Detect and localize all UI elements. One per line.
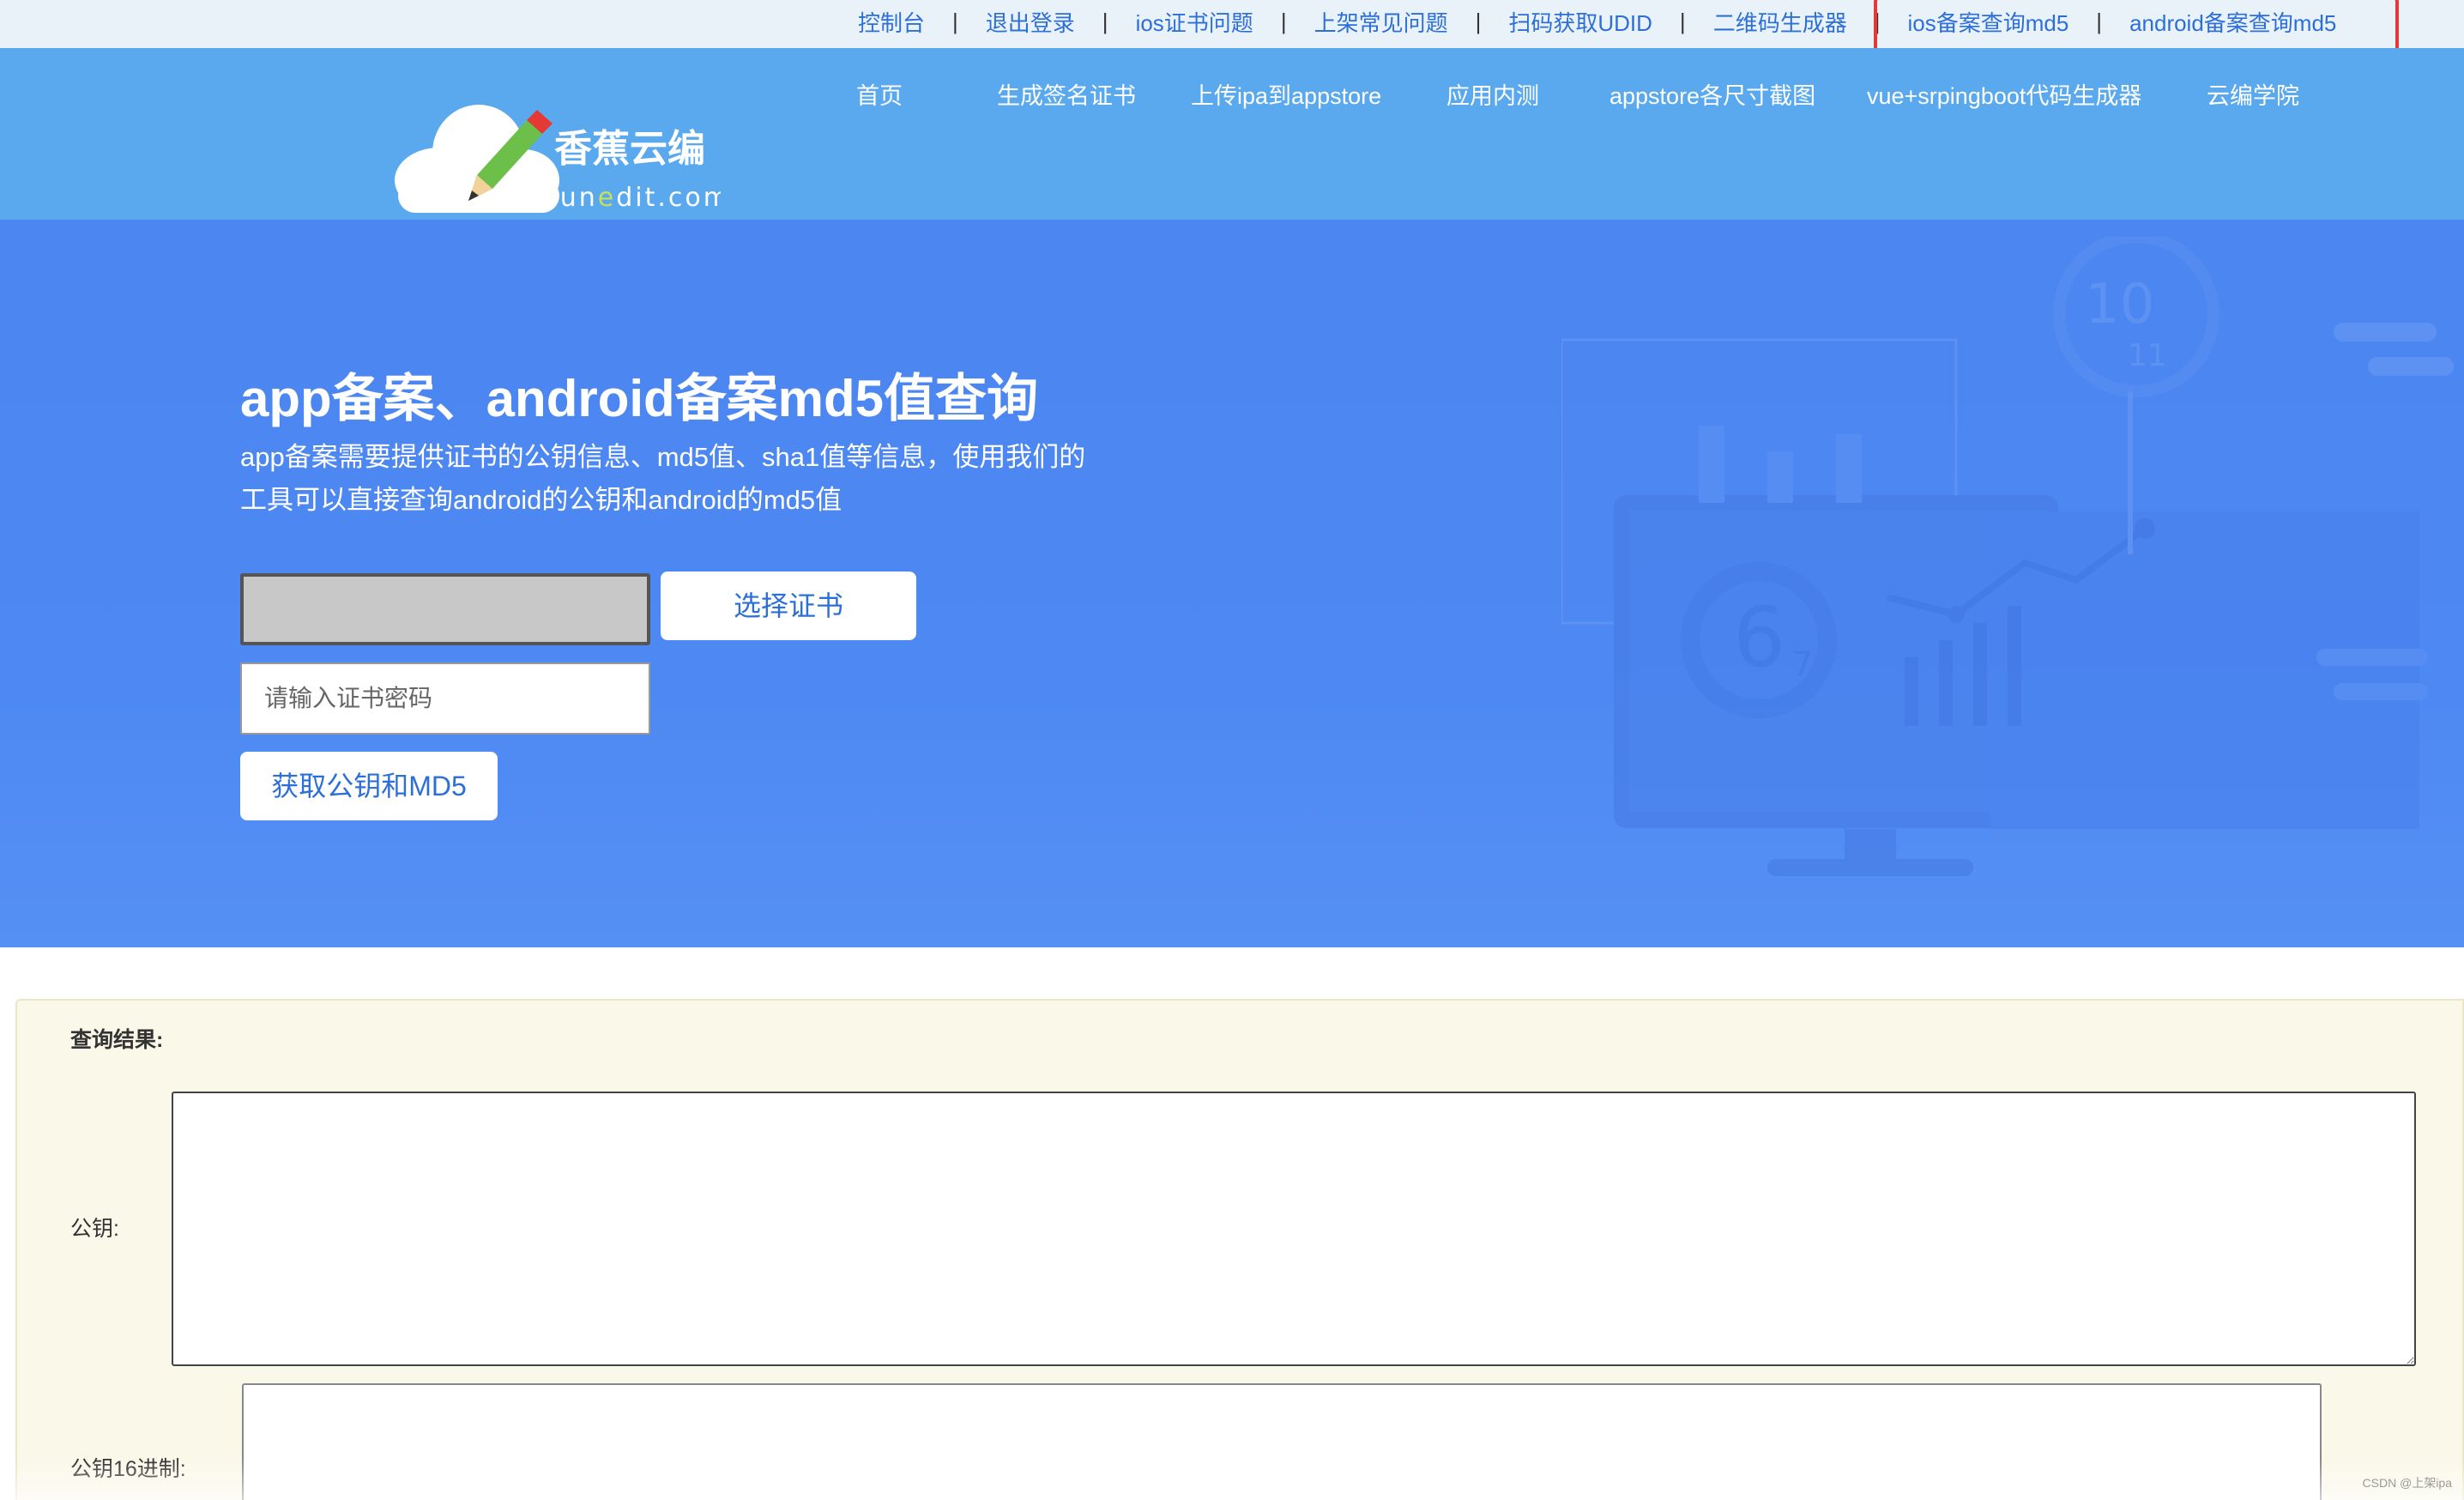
choose-certificate-button[interactable]: 选择证书 — [661, 572, 916, 640]
page-title: app备案、android备案md5值查询 — [240, 370, 1039, 427]
deco-number: 11 — [2128, 338, 2167, 373]
certificate-file-field[interactable] — [240, 573, 650, 645]
separator: | — [952, 8, 958, 34]
main-navbar: 香蕉云编 yunedit.com 首页 生成签名证书 上传ipa到appstor… — [0, 48, 2464, 220]
result-panel: 查询结果: 公钥: 公钥16进制: — [15, 999, 2464, 1500]
nav-item-gen-cert[interactable]: 生成签名证书 — [997, 10, 1136, 182]
dashboard-illustration: 6 7 10 11 — [1561, 237, 2454, 876]
nav-item-screenshots[interactable]: appstore各尺寸截图 — [1609, 10, 1815, 182]
pubkey-hex-label: 公钥16进制: — [70, 1457, 186, 1481]
nav-item-academy[interactable]: 云编学院 — [2207, 10, 2299, 182]
nav-item-home[interactable]: 首页 — [856, 10, 903, 182]
result-title: 查询结果: — [70, 1028, 164, 1052]
hero-section: 6 7 10 11 app备案、android备案md5值查询 app备案需要提… — [0, 220, 2464, 947]
certificate-password-input[interactable] — [240, 662, 650, 735]
deco-number: 6 — [1733, 590, 1785, 686]
watermark: CSDN @上架ipa — [2362, 1476, 2452, 1490]
pubkey-hex-textarea[interactable] — [242, 1383, 2322, 1500]
get-pubkey-md5-button[interactable]: 获取公钥和MD5 — [240, 752, 498, 820]
deco-number: 10 — [2085, 273, 2154, 336]
pubkey-textarea[interactable] — [172, 1092, 2416, 1366]
page-description: app备案需要提供证书的公钥信息、md5值、sha1值等信息，使用我们的工具可以… — [240, 442, 1086, 515]
nav-menu: 首页 生成签名证书 上传ipa到appstore 应用内测 appstore各尺… — [0, 48, 2464, 220]
nav-item-upload-ipa[interactable]: 上传ipa到appstore — [1191, 10, 1381, 182]
nav-item-codegen[interactable]: vue+srpingboot代码生成器 — [1867, 10, 2141, 182]
nav-item-beta[interactable]: 应用内测 — [1446, 10, 1539, 182]
deco-number: 7 — [1791, 645, 1813, 685]
pubkey-label: 公钥: — [70, 1217, 119, 1241]
